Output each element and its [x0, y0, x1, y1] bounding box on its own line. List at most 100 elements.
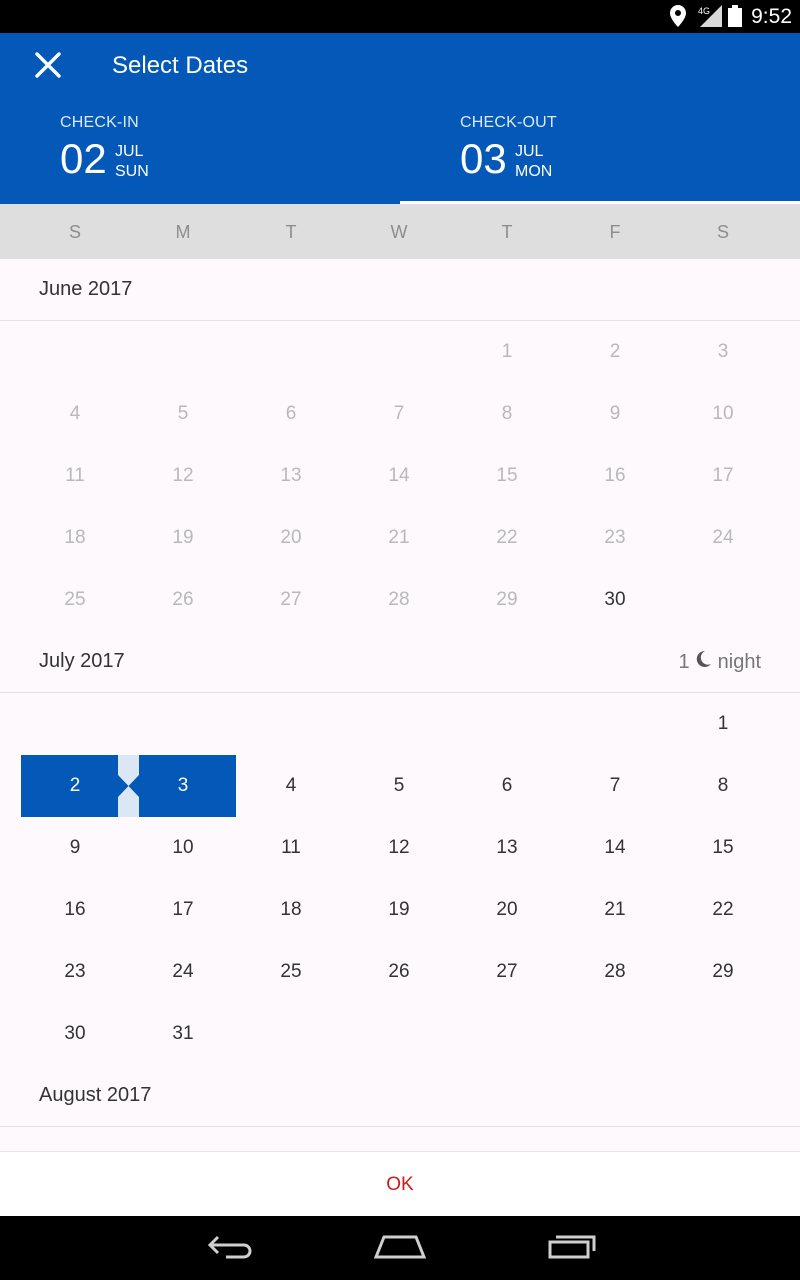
weekday-label: W — [390, 222, 408, 242]
svg-text:4G: 4G — [698, 6, 710, 16]
calendar-day[interactable]: 29 — [669, 941, 777, 1003]
back-icon — [206, 1233, 254, 1264]
weekday-label: M — [175, 222, 191, 242]
footer: OK — [0, 1151, 800, 1216]
calendar-day: 24 — [712, 527, 734, 548]
calendar-day: 28 — [388, 589, 410, 610]
check-in-day: 02 — [60, 135, 107, 182]
home-icon — [373, 1233, 427, 1264]
calendar-day: 13 — [280, 465, 302, 486]
calendar-day: 14 — [388, 465, 410, 486]
month-header-august: August 2017 — [0, 1065, 800, 1127]
home-button[interactable] — [365, 1230, 435, 1266]
month-label: June 2017 — [39, 278, 133, 300]
nights-count: 1 night — [679, 650, 762, 674]
month-header-july: July 2017 1 night — [0, 631, 800, 693]
close-button[interactable] — [28, 47, 68, 87]
calendar-day: 25 — [64, 589, 86, 610]
calendar-day[interactable]: 12 — [345, 817, 453, 879]
app-bar: Select Dates CHECK-IN 02 JUL SUN CHECK-O… — [0, 33, 800, 204]
calendar-day: 16 — [604, 465, 626, 486]
calendar-day: 5 — [177, 403, 189, 424]
calendar-day: 23 — [604, 527, 626, 548]
calendar-day: 10 — [712, 403, 734, 424]
calendar-day[interactable]: 14 — [561, 817, 669, 879]
calendar-day[interactable]: 22 — [669, 879, 777, 941]
check-in-month: JUL — [115, 143, 144, 160]
calendar-day[interactable]: 26 — [345, 941, 453, 1003]
weekday-label: T — [285, 222, 297, 242]
calendar-day[interactable]: 5 — [345, 755, 453, 817]
check-out-month: JUL — [515, 143, 544, 160]
calendar-day: 29 — [496, 589, 518, 610]
page-title: Select Dates — [112, 52, 249, 79]
calendar-day: 1 — [501, 341, 513, 362]
check-out-label: CHECK-OUT — [460, 114, 557, 131]
calendar-day: 9 — [609, 403, 621, 424]
calendar-day: 4 — [69, 403, 81, 424]
calendar-day: 8 — [501, 403, 513, 424]
calendar-day[interactable]: 21 — [561, 879, 669, 941]
calendar-day: 11 — [65, 465, 85, 486]
calendar-day[interactable]: 13 — [453, 817, 561, 879]
calendar-day[interactable]: 3 — [129, 755, 237, 817]
calendar-day: 27 — [280, 589, 302, 610]
calendar-day[interactable]: 31 — [129, 1003, 237, 1065]
weekday-label: T — [501, 222, 513, 242]
calendar-day[interactable]: 17 — [129, 879, 237, 941]
calendar-day[interactable]: 9 — [21, 817, 129, 879]
back-button[interactable] — [195, 1230, 265, 1266]
calendar-day[interactable]: 4 — [237, 755, 345, 817]
weekday-label: S — [716, 222, 729, 242]
calendar-day[interactable]: 1 — [669, 693, 777, 755]
nights-number: 1 — [678, 650, 690, 673]
month-header-june: June 2017 — [0, 259, 800, 321]
calendar-day[interactable]: 16 — [21, 879, 129, 941]
clock: 9:52 — [751, 5, 792, 28]
nights-label: night — [717, 650, 761, 673]
calendar-day: 6 — [285, 403, 297, 424]
calendar-day[interactable]: 18 — [237, 879, 345, 941]
recents-icon — [548, 1233, 596, 1264]
check-out-day: 03 — [460, 135, 507, 182]
tab-check-out[interactable]: CHECK-OUT 03 JUL MON — [400, 113, 800, 204]
month-label: July 2017 — [39, 650, 125, 672]
moon-icon — [696, 650, 712, 674]
calendar-day[interactable]: 28 — [561, 941, 669, 1003]
calendar-day[interactable]: 11 — [237, 817, 345, 879]
calendar-day[interactable]: 2 — [21, 755, 129, 817]
location-icon — [670, 5, 686, 32]
calendar-day[interactable]: 6 — [453, 755, 561, 817]
calendar-day[interactable]: 8 — [669, 755, 777, 817]
navigation-bar — [0, 1216, 800, 1280]
calendar-day[interactable]: 10 — [129, 817, 237, 879]
calendar-day: 3 — [717, 341, 729, 362]
weekday-label: F — [609, 222, 621, 242]
calendar-day[interactable]: 25 — [237, 941, 345, 1003]
check-in-label: CHECK-IN — [60, 114, 139, 131]
calendar-day[interactable]: 19 — [345, 879, 453, 941]
calendar-day[interactable]: 27 — [453, 941, 561, 1003]
weekday-header: S M T W T F S — [0, 204, 800, 259]
signal-icon: 4G — [698, 5, 722, 32]
calendar-day[interactable]: 30 — [21, 1003, 129, 1065]
calendar-day[interactable]: 24 — [129, 941, 237, 1003]
status-bar: 4G 9:52 — [0, 0, 800, 33]
calendar-day: 20 — [280, 527, 302, 548]
tab-check-in[interactable]: CHECK-IN 02 JUL SUN — [0, 113, 400, 204]
battery-icon — [728, 5, 742, 32]
month-label: August 2017 — [39, 1084, 152, 1106]
calendar-day[interactable]: 30 — [561, 569, 669, 631]
calendar-day[interactable]: 15 — [669, 817, 777, 879]
calendar-day[interactable]: 20 — [453, 879, 561, 941]
recents-button[interactable] — [537, 1230, 607, 1266]
ok-button[interactable]: OK — [0, 1152, 800, 1217]
calendar-day[interactable]: 23 — [21, 941, 129, 1003]
calendar-day: 12 — [172, 465, 194, 486]
calendar-day[interactable]: 7 — [561, 755, 669, 817]
calendar-day: 2 — [609, 341, 621, 362]
calendar-day: 15 — [496, 465, 518, 486]
calendar-day: 17 — [712, 465, 734, 486]
calendar-day: 19 — [172, 527, 194, 548]
calendar-day: 22 — [496, 527, 518, 548]
